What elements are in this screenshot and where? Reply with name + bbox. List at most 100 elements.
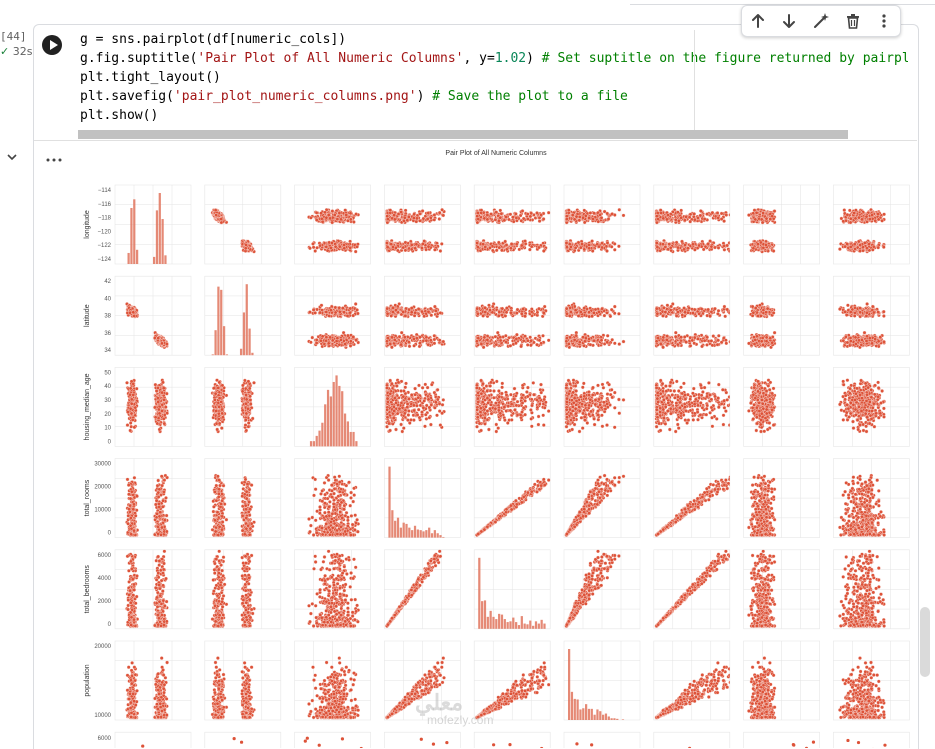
y-tick-label: 38 <box>104 314 111 320</box>
y-tick-label: −114 <box>98 188 112 194</box>
histogram-bar <box>212 354 214 355</box>
scatter-point <box>717 216 720 219</box>
code-line[interactable]: plt.tight_layout() <box>70 68 908 87</box>
scatter-point <box>329 309 332 312</box>
scatter-point <box>505 248 508 251</box>
scatter-point <box>538 216 541 219</box>
y-tick-label: −116 <box>98 202 112 208</box>
scatter-point <box>343 247 346 250</box>
scatter-point <box>720 212 723 215</box>
scatter-point <box>747 213 750 216</box>
scatter-point <box>530 212 533 215</box>
scatter-point <box>622 214 625 217</box>
scatter-point <box>723 248 726 251</box>
code-token: 1.02 <box>495 51 526 66</box>
pair-panel <box>384 276 460 355</box>
scatter-point <box>696 216 699 219</box>
y-tick-label: 34 <box>104 348 111 354</box>
pair-panel <box>474 185 562 264</box>
pair-plot-figure: −114−116−118−120−122−124longitude4240383… <box>75 143 917 748</box>
scatter-point <box>529 215 532 218</box>
scatter-point <box>725 213 728 216</box>
scatter-point <box>429 307 432 310</box>
scatter-point <box>541 334 544 337</box>
more-options-button[interactable] <box>873 10 895 32</box>
scatter-point <box>523 239 526 242</box>
scatter-point <box>402 219 405 222</box>
scatter-point <box>427 310 430 313</box>
scatter-point <box>433 334 436 337</box>
move-up-button[interactable] <box>747 10 769 32</box>
scatter-point <box>390 336 393 339</box>
scatter-point <box>425 336 428 339</box>
scatter-point <box>537 246 540 249</box>
scatter-point <box>661 243 664 246</box>
scatter-point <box>583 221 586 224</box>
delete-button[interactable] <box>842 10 864 32</box>
scatter-point <box>504 240 507 243</box>
more-vert-icon <box>881 13 887 29</box>
scatter-point <box>423 239 426 242</box>
scatter-point <box>128 311 131 314</box>
pair-panel <box>474 276 562 355</box>
scatter-point <box>515 216 518 219</box>
scatter-point <box>312 308 315 311</box>
scatter-point <box>321 220 324 223</box>
y-tick-label: 36 <box>104 331 111 337</box>
code-editor[interactable]: g = sns.pairplot(df[numeric_cols])g.fig.… <box>70 30 908 130</box>
scatter-point <box>418 345 421 348</box>
scatter-point <box>526 217 529 220</box>
move-down-button[interactable] <box>778 10 800 32</box>
scatter-point <box>314 311 317 314</box>
scatter-point <box>555 214 558 217</box>
horizontal-scrollbar[interactable] <box>78 130 848 139</box>
scatter-point <box>328 314 331 317</box>
output-actions-button[interactable] <box>44 151 64 163</box>
scatter-point <box>308 247 311 250</box>
scatter-point <box>408 345 411 348</box>
code-token: # Set suptitle on the figure returned by… <box>542 51 908 66</box>
scatter-point <box>876 212 879 215</box>
scatter-point <box>349 246 352 249</box>
scatter-point <box>328 336 331 339</box>
scatter-point <box>412 337 415 340</box>
scatter-point <box>344 209 347 212</box>
edit-button[interactable] <box>810 10 832 32</box>
scatter-point <box>315 338 318 341</box>
pair-panel <box>833 185 909 264</box>
run-cell-button[interactable] <box>42 35 62 55</box>
scatter-point <box>311 336 314 339</box>
pair-panel <box>384 185 460 264</box>
code-line[interactable]: plt.savefig('pair_plot_numeric_columns.p… <box>70 87 908 106</box>
scatter-point <box>334 245 337 248</box>
histogram-bar <box>220 290 222 355</box>
scatter-point <box>587 243 590 246</box>
scatter-point <box>554 208 557 211</box>
scatter-point <box>555 242 558 245</box>
scatter-point <box>858 249 861 252</box>
scatter-point <box>244 243 247 246</box>
scatter-point <box>352 335 355 338</box>
code-line[interactable]: plt.show() <box>70 106 908 125</box>
scatter-point <box>338 306 341 309</box>
scatter-point <box>417 307 420 310</box>
y-tick-label: 40 <box>104 296 111 302</box>
scatter-point <box>486 213 489 216</box>
scatter-point <box>338 343 341 346</box>
code-token: ) <box>526 51 542 66</box>
scatter-point <box>346 334 349 337</box>
scatter-point <box>853 243 856 246</box>
histogram-bar <box>243 312 245 355</box>
edit-icon <box>812 12 830 30</box>
scatter-point <box>729 213 732 216</box>
scatter-point <box>404 314 407 317</box>
scatter-point <box>318 311 321 314</box>
scatter-point <box>773 209 776 212</box>
scatter-point <box>319 339 322 342</box>
pair-panel <box>295 185 371 264</box>
scatter-point <box>665 218 668 221</box>
scatter-point <box>315 246 318 249</box>
collapse-output-button[interactable] <box>4 149 20 165</box>
scatter-point <box>433 213 436 216</box>
code-line[interactable]: g.fig.suptitle('Pair Plot of All Numeric… <box>70 49 908 68</box>
